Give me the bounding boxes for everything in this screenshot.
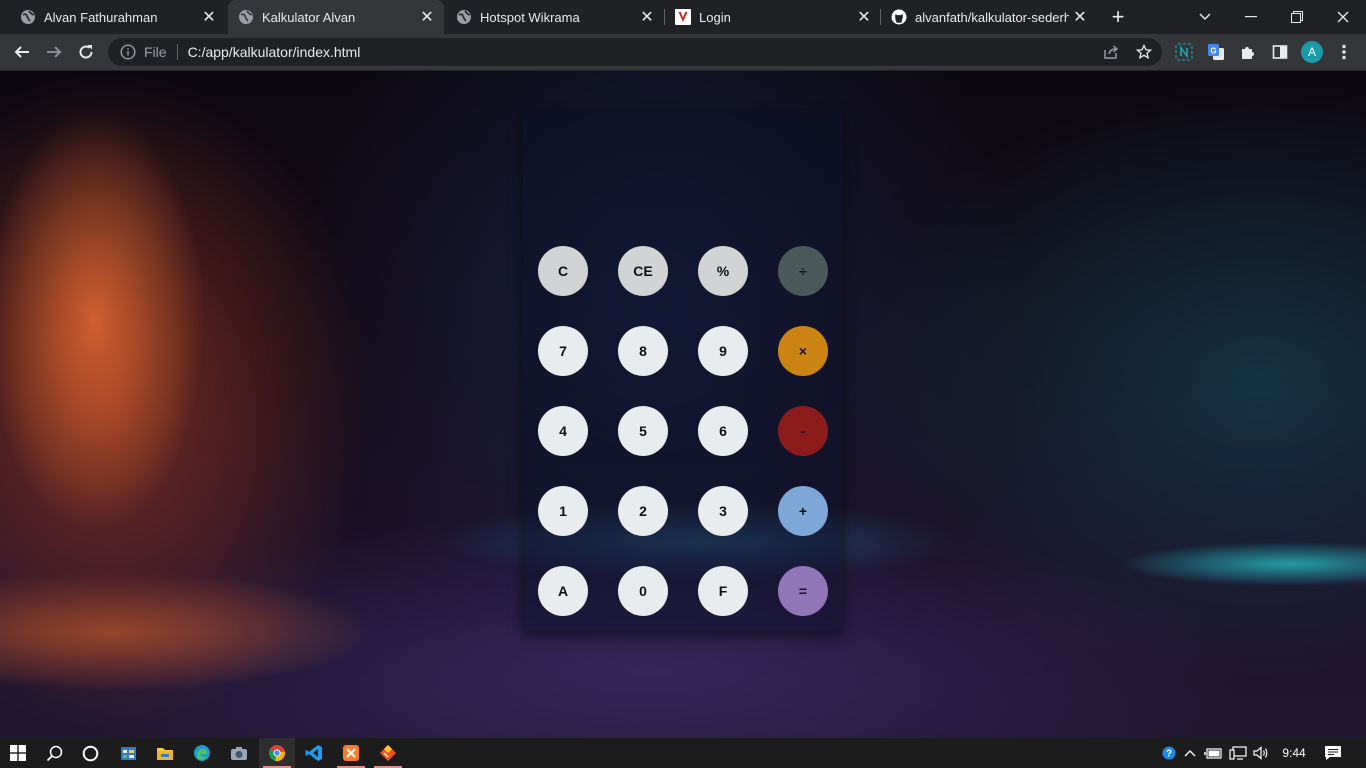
- tab-search-icon[interactable]: [1182, 0, 1228, 34]
- help-icon[interactable]: ?: [1158, 738, 1180, 768]
- clock[interactable]: 9:44: [1274, 738, 1314, 768]
- key-3[interactable]: 3: [698, 486, 748, 536]
- google-translate-icon[interactable]: G: [1202, 38, 1230, 66]
- globe-icon: [238, 9, 254, 25]
- show-hidden-icons-icon[interactable]: [1180, 738, 1200, 768]
- close-window-button[interactable]: [1320, 0, 1366, 34]
- v-logo-icon: [675, 9, 691, 25]
- key-0[interactable]: 0: [618, 566, 668, 616]
- key-multiply[interactable]: ×: [778, 326, 828, 376]
- tab-strip: Alvan Fathurahman ✕ Kalkulator Alvan ✕ H…: [0, 0, 1366, 34]
- tab-title: Kalkulator Alvan: [262, 9, 356, 25]
- battery-icon[interactable]: [1202, 738, 1224, 768]
- git-icon[interactable]: [370, 738, 406, 768]
- network-icon[interactable]: [1226, 738, 1250, 768]
- tab-title: Hotspot Wikrama: [480, 9, 580, 25]
- bookmark-star-icon[interactable]: [1136, 44, 1152, 60]
- side-panel-icon[interactable]: [1266, 38, 1294, 66]
- close-tab-icon[interactable]: ✕: [416, 6, 438, 28]
- address-bar[interactable]: File C:/app/kalkulator/index.html: [108, 38, 1162, 66]
- tab-github-repo[interactable]: alvanfath/kalkulator-sederhana ✕: [881, 0, 1097, 34]
- key-9[interactable]: 9: [698, 326, 748, 376]
- browser-toolbar: File C:/app/kalkulator/index.html G A: [0, 34, 1366, 71]
- key-5[interactable]: 5: [618, 406, 668, 456]
- key-7[interactable]: 7: [538, 326, 588, 376]
- info-icon[interactable]: [120, 44, 136, 60]
- url-divider: [176, 44, 178, 60]
- key-clear[interactable]: C: [538, 246, 588, 296]
- tab-title: alvanfath/kalkulator-sederhana: [915, 9, 1069, 25]
- close-tab-icon[interactable]: ✕: [636, 6, 658, 28]
- close-tab-icon[interactable]: ✕: [198, 6, 220, 28]
- notion-extension-icon[interactable]: [1170, 38, 1198, 66]
- key-a[interactable]: A: [538, 566, 588, 616]
- tab-title: Alvan Fathurahman: [44, 9, 158, 25]
- profile-avatar[interactable]: A: [1298, 38, 1326, 66]
- key-4[interactable]: 4: [538, 406, 588, 456]
- url-scheme-label: File: [144, 44, 167, 60]
- cortana-icon[interactable]: [72, 738, 108, 768]
- key-f[interactable]: F: [698, 566, 748, 616]
- close-tab-icon[interactable]: ✕: [853, 6, 875, 28]
- tab-hotspot-wikrama[interactable]: Hotspot Wikrama ✕: [446, 0, 664, 34]
- globe-icon: [20, 9, 36, 25]
- back-button[interactable]: [8, 38, 36, 66]
- key-add[interactable]: +: [778, 486, 828, 536]
- camera-icon[interactable]: [221, 738, 257, 768]
- tab-login[interactable]: Login ✕: [665, 0, 881, 34]
- edge-icon[interactable]: [184, 738, 220, 768]
- calculator-display: [535, 119, 831, 229]
- calculator: C CE % ÷ 7 8 9 × 4 5 6 - 1 2 3 + A 0 F =: [523, 111, 843, 631]
- tab-title: Login: [699, 9, 731, 25]
- svg-text:?: ?: [1166, 749, 1172, 760]
- key-subtract[interactable]: -: [778, 406, 828, 456]
- avatar: A: [1301, 41, 1323, 63]
- new-tab-button[interactable]: +: [1106, 4, 1130, 29]
- svg-text:G: G: [1210, 47, 1216, 56]
- url-text[interactable]: C:/app/kalkulator/index.html: [188, 44, 361, 60]
- key-percent[interactable]: %: [698, 246, 748, 296]
- tab-alvan-fathurahman[interactable]: Alvan Fathurahman ✕: [0, 0, 226, 34]
- file-explorer-icon[interactable]: [147, 738, 183, 768]
- action-center-icon[interactable]: [1318, 738, 1348, 768]
- windows-start-icon[interactable]: [0, 738, 36, 768]
- search-icon[interactable]: [36, 738, 72, 768]
- github-icon: [891, 9, 907, 25]
- key-8[interactable]: 8: [618, 326, 668, 376]
- page-background: C CE % ÷ 7 8 9 × 4 5 6 - 1 2 3 + A 0 F =: [0, 71, 1366, 738]
- key-1[interactable]: 1: [538, 486, 588, 536]
- globe-icon: [456, 9, 472, 25]
- close-tab-icon[interactable]: ✕: [1069, 6, 1091, 28]
- key-2[interactable]: 2: [618, 486, 668, 536]
- reload-button[interactable]: [72, 38, 100, 66]
- chrome-menu-icon[interactable]: [1330, 38, 1358, 66]
- key-equals[interactable]: =: [778, 566, 828, 616]
- share-icon[interactable]: [1103, 44, 1119, 60]
- windows-taskbar: ? 9:44: [0, 738, 1366, 768]
- chrome-icon[interactable]: [259, 738, 295, 768]
- forward-button[interactable]: [40, 38, 68, 66]
- vscode-icon[interactable]: [296, 738, 332, 768]
- task-view-icon[interactable]: [110, 738, 146, 768]
- restore-button[interactable]: [1274, 0, 1320, 34]
- extensions-puzzle-icon[interactable]: [1234, 38, 1262, 66]
- tab-kalkulator-alvan[interactable]: Kalkulator Alvan ✕: [228, 0, 444, 34]
- minimize-button[interactable]: [1228, 0, 1274, 34]
- xampp-icon[interactable]: [333, 738, 369, 768]
- key-divide[interactable]: ÷: [778, 246, 828, 296]
- volume-icon[interactable]: [1250, 738, 1272, 768]
- key-clear-entry[interactable]: CE: [618, 246, 668, 296]
- key-6[interactable]: 6: [698, 406, 748, 456]
